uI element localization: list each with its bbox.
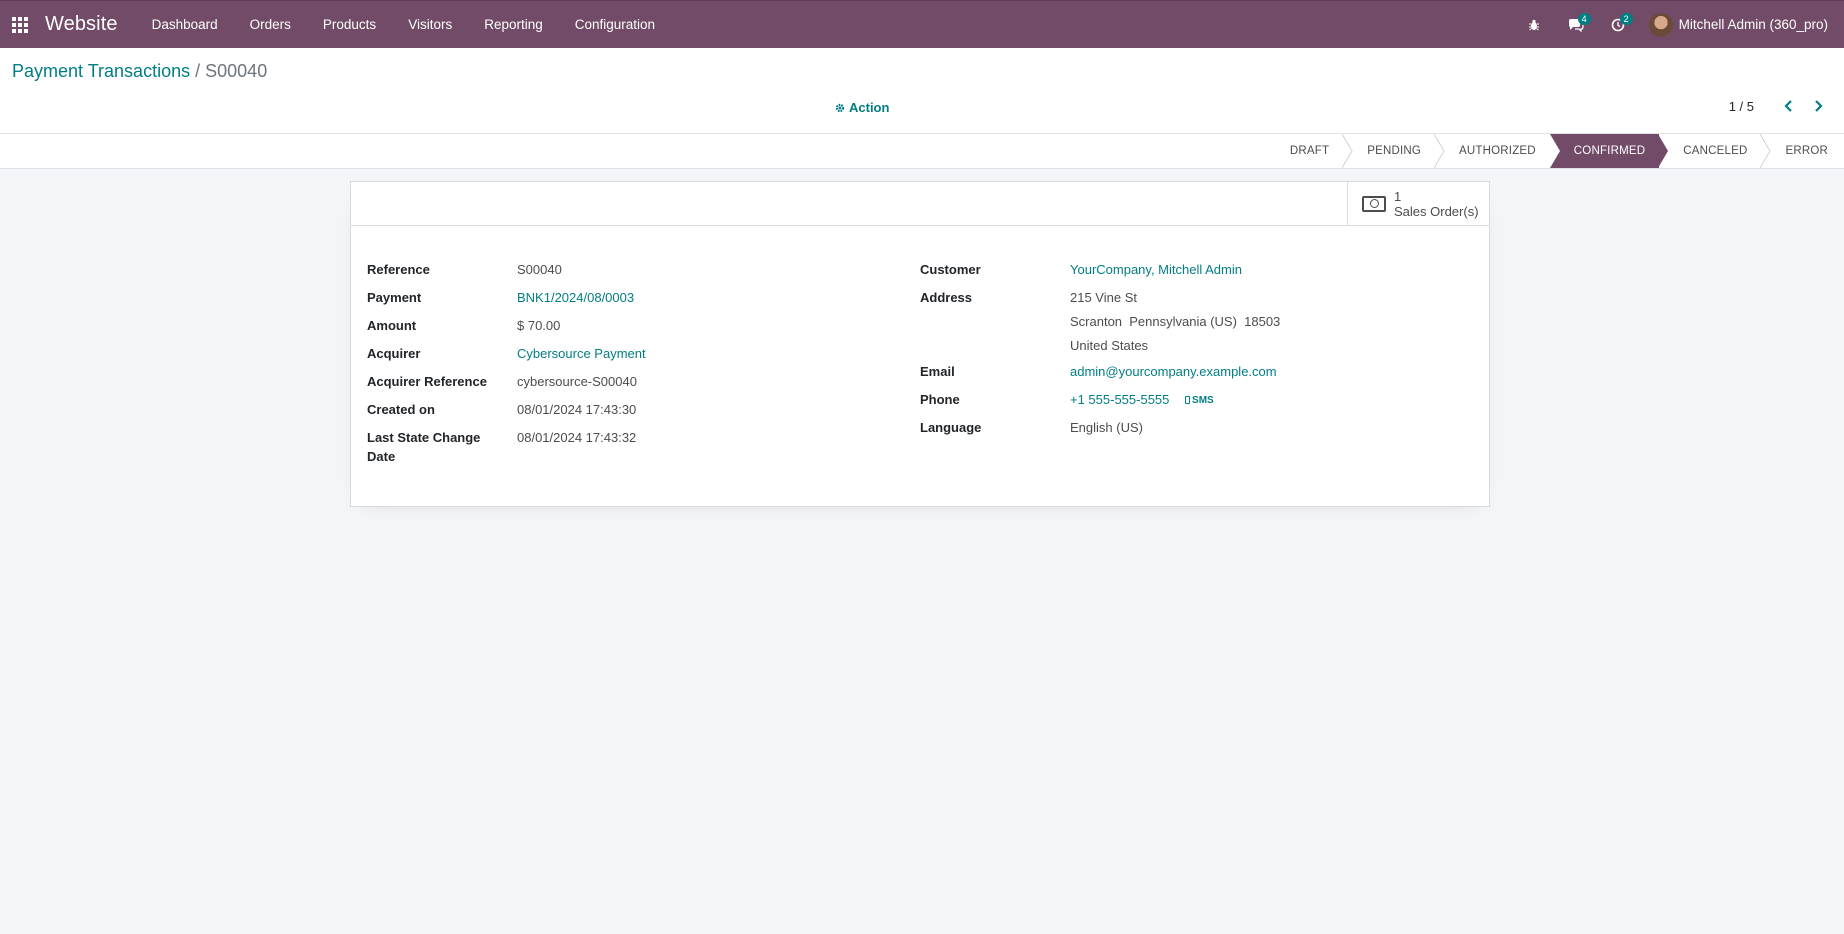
activities-count-badge: 2	[1619, 12, 1633, 25]
amount-value: $ 70.00	[517, 318, 561, 333]
menu-configuration[interactable]: Configuration	[559, 1, 671, 49]
breadcrumb-separator: /	[195, 61, 201, 81]
status-step-canceled[interactable]: CANCELED	[1659, 134, 1772, 168]
status-step-label: DRAFT	[1289, 145, 1330, 157]
status-bar: DRAFT PENDING AUTHORIZED CONFIRMED CANCE…	[0, 134, 1844, 169]
last-state-change-label: Last State Change Date	[367, 428, 517, 466]
status-step-label: ERROR	[1785, 145, 1828, 157]
created-on-value: 08/01/2024 17:43:30	[517, 402, 637, 417]
chevron-right-icon[interactable]	[1812, 98, 1824, 114]
address-country: United States	[1070, 338, 1149, 353]
last-state-change-label-line1: Last State Change	[367, 430, 481, 445]
messages-count-badge: 4	[1577, 12, 1591, 25]
acquirer-reference-label: Acquirer Reference	[367, 374, 487, 389]
sales-orders-label: Sales Order(s)	[1394, 203, 1479, 219]
pager-value[interactable]: 1 / 5	[1729, 99, 1754, 114]
last-state-change-label-line2: Date	[367, 449, 396, 464]
sms-button[interactable]: SMS	[1185, 391, 1214, 410]
field-acquirer-reference: Acquirer Reference cybersource-S00040	[367, 372, 637, 391]
menu-reporting[interactable]: Reporting	[468, 1, 559, 49]
acquirer-label: Acquirer	[367, 346, 421, 361]
status-step-label: PENDING	[1367, 145, 1422, 157]
menu-orders[interactable]: Orders	[234, 1, 307, 49]
smart-button-box: 1 Sales Order(s)	[351, 182, 1489, 226]
gear-icon	[835, 103, 845, 112]
language-label: Language	[920, 420, 982, 435]
mobile-icon	[1185, 396, 1191, 404]
form-sheet: 1 Sales Order(s) Reference S00040 Paymen…	[350, 181, 1490, 507]
customer-label: Customer	[920, 262, 981, 277]
avatar	[1648, 12, 1673, 37]
address-value: 215 Vine St Scranton Pennsylvania (US) 1…	[1070, 288, 1280, 355]
messages-chat-icon[interactable]: 4	[1555, 1, 1597, 49]
address-label: Address	[920, 290, 973, 305]
email-link[interactable]: admin@yourcompany.example.com	[1070, 362, 1277, 381]
status-step-pending[interactable]: PENDING	[1343, 134, 1445, 168]
payment-link[interactable]: BNK1/2024/08/0003	[517, 288, 634, 307]
status-step-confirmed[interactable]: CONFIRMED	[1549, 134, 1669, 168]
sales-orders-button[interactable]: 1 Sales Order(s)	[1347, 182, 1489, 225]
money-icon	[1362, 195, 1386, 212]
top-navbar: Website Dashboard Orders Products Visito…	[0, 0, 1844, 48]
acquirer-reference-value: cybersource-S00040	[517, 374, 637, 389]
field-created-on: Created on 08/01/2024 17:43:30	[367, 400, 636, 419]
user-name: Mitchell Admin (360_pro)	[1678, 17, 1828, 32]
field-language: Language English (US)	[920, 418, 1143, 437]
phone-label: Phone	[920, 392, 960, 407]
apps-menu-icon[interactable]	[0, 1, 40, 49]
menu-products[interactable]: Products	[307, 1, 392, 49]
field-payment: Payment BNK1/2024/08/0003	[367, 288, 634, 307]
user-menu[interactable]: Mitchell Admin (360_pro)	[1639, 12, 1844, 37]
chevron-left-icon[interactable]	[1782, 98, 1794, 114]
status-steps: DRAFT PENDING AUTHORIZED CONFIRMED CANCE…	[1276, 134, 1844, 168]
breadcrumb-current: S00040	[205, 61, 268, 81]
status-step-draft[interactable]: DRAFT	[1276, 134, 1353, 168]
status-step-label: AUTHORIZED	[1459, 145, 1536, 157]
sms-label: SMS	[1192, 394, 1214, 406]
breadcrumb: Payment Transactions / S00040	[12, 61, 267, 82]
address-city-line: Scranton Pennsylvania (US) 18503	[1070, 314, 1281, 329]
menu-visitors[interactable]: Visitors	[392, 1, 468, 49]
status-step-error[interactable]: ERROR	[1761, 134, 1844, 168]
phone-link[interactable]: +1 555-555-5555	[1070, 392, 1169, 407]
app-name[interactable]: Website	[45, 13, 118, 36]
address-street: 215 Vine St	[1070, 290, 1137, 305]
field-phone: Phone +1 555-555-5555 SMS	[920, 390, 1214, 410]
reference-label: Reference	[367, 262, 430, 277]
debug-bug-icon[interactable]	[1513, 1, 1555, 49]
created-on-label: Created on	[367, 402, 435, 417]
status-step-authorized[interactable]: AUTHORIZED	[1435, 134, 1550, 168]
sales-orders-count: 1	[1394, 188, 1402, 204]
control-panel: Payment Transactions / S00040 Action 1 /…	[0, 48, 1844, 134]
field-email: Email admin@yourcompany.example.com	[920, 362, 1277, 381]
field-reference: Reference S00040	[367, 260, 562, 279]
action-button[interactable]: Action	[835, 100, 889, 115]
field-last-state-change: Last State Change Date 08/01/2024 17:43:…	[367, 428, 636, 466]
action-label: Action	[849, 100, 890, 115]
last-state-change-value: 08/01/2024 17:43:32	[517, 430, 637, 445]
menu-dashboard[interactable]: Dashboard	[136, 1, 234, 49]
status-step-label: CONFIRMED	[1573, 145, 1646, 157]
payment-label: Payment	[367, 290, 422, 305]
language-value: English (US)	[1070, 420, 1143, 435]
field-amount: Amount $ 70.00	[367, 316, 560, 335]
email-label: Email	[920, 364, 955, 379]
status-step-label: CANCELED	[1683, 145, 1748, 157]
activities-clock-icon[interactable]: 2	[1597, 1, 1639, 49]
customer-link[interactable]: YourCompany, Mitchell Admin	[1070, 260, 1242, 279]
reference-value: S00040	[517, 262, 562, 277]
acquirer-link[interactable]: Cybersource Payment	[517, 344, 646, 363]
pager: 1 / 5	[1729, 98, 1824, 114]
amount-label: Amount	[367, 318, 417, 333]
breadcrumb-parent-link[interactable]: Payment Transactions	[12, 61, 190, 81]
field-address: Address 215 Vine St Scranton Pennsylvani…	[920, 288, 1280, 355]
field-customer: Customer YourCompany, Mitchell Admin	[920, 260, 1242, 279]
field-acquirer: Acquirer Cybersource Payment	[367, 344, 646, 363]
